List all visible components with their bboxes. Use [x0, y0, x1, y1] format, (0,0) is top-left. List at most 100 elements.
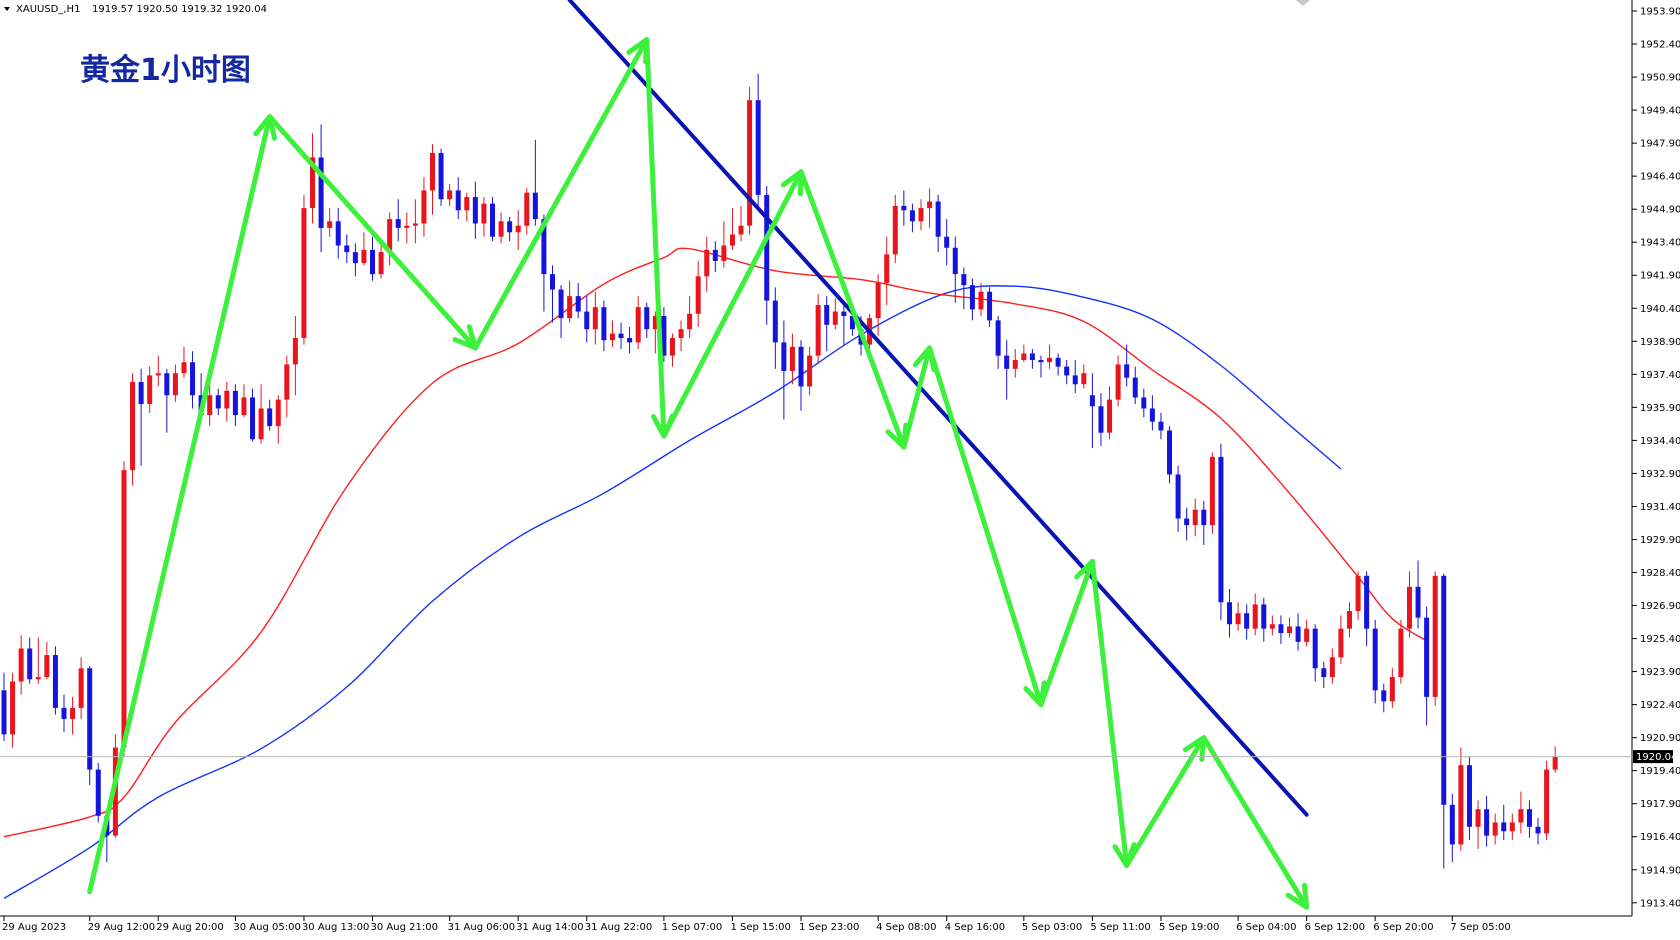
candle-body	[27, 648, 33, 680]
candle-body	[395, 219, 401, 228]
candle-body	[267, 408, 273, 427]
x-tick-label: 6 Sep 20:00	[1373, 922, 1433, 933]
candle-body	[70, 707, 76, 719]
candle-body	[678, 329, 684, 338]
candle-body	[747, 100, 753, 226]
x-tick-label: 1 Sep 07:00	[662, 922, 722, 933]
candle-body	[1209, 456, 1215, 526]
candle-body	[1218, 456, 1224, 603]
candle-body	[35, 677, 41, 680]
candle-body	[258, 408, 264, 440]
candle-body	[892, 205, 898, 255]
candle-body	[1355, 575, 1361, 612]
candle-body	[549, 274, 555, 290]
candle-body	[961, 274, 967, 286]
candle-body	[1492, 822, 1498, 836]
symbol-name: XAUUSD_,H1	[16, 4, 80, 15]
x-tick-label: 5 Sep 03:00	[1022, 922, 1082, 933]
candle-body	[155, 373, 161, 376]
candle-body	[704, 249, 710, 277]
candle-body	[130, 382, 136, 471]
candle-body	[1518, 809, 1524, 823]
candle-body	[789, 346, 795, 372]
candle-body	[1372, 628, 1378, 691]
candle-body	[1252, 604, 1258, 629]
x-tick-label: 31 Aug 06:00	[448, 922, 515, 933]
candle-body	[507, 221, 513, 233]
candle-body	[1175, 474, 1181, 519]
y-tick-label: 1932.90	[1640, 469, 1680, 480]
candle-body	[524, 192, 530, 226]
candle-body	[1158, 421, 1164, 431]
candle	[52, 646, 58, 715]
candle-body	[1312, 628, 1318, 669]
candle-body	[352, 252, 358, 264]
candle-body	[1441, 575, 1447, 805]
x-tick-label: 6 Sep 04:00	[1236, 922, 1296, 933]
candle-body	[1449, 804, 1455, 845]
candle-body	[1304, 628, 1310, 642]
candle-body	[1184, 518, 1190, 526]
y-tick-label: 1926.90	[1640, 601, 1680, 612]
candle-body	[447, 190, 453, 200]
candle-body	[1432, 575, 1438, 697]
candle-body	[1424, 617, 1430, 697]
candle-body	[1098, 406, 1104, 433]
y-tick-label: 1923.90	[1640, 667, 1680, 678]
candle-body	[1415, 586, 1421, 618]
candle-body	[1475, 809, 1481, 827]
candle-body	[1389, 677, 1395, 702]
chart-title: 黄金1小时图	[80, 53, 251, 88]
candle-body	[1244, 613, 1250, 629]
chart-background	[0, 0, 1680, 940]
candle-body	[95, 769, 101, 816]
candle	[747, 86, 753, 235]
candle-body	[241, 397, 247, 416]
candle-body	[592, 307, 598, 330]
price-chart[interactable]: 1953.90 1952.40 1950.90 1949.40 1947.90 1946.…	[0, 0, 1680, 940]
candle-body	[1115, 364, 1121, 400]
candle-body	[455, 190, 461, 211]
candle-body	[284, 364, 290, 400]
y-tick-label: 1925.40	[1640, 634, 1680, 645]
candle-body	[1509, 822, 1515, 832]
candle-body	[1021, 353, 1027, 361]
candle-body	[190, 362, 196, 396]
y-tick-label: 1941.90	[1640, 271, 1680, 282]
y-tick-label: 1931.40	[1640, 502, 1680, 513]
candle-body	[1107, 399, 1113, 433]
candle-body	[438, 153, 444, 200]
current-price-label: 1920.04	[1636, 752, 1677, 763]
candle-body	[1227, 602, 1233, 625]
candle-body	[1141, 397, 1147, 409]
x-tick-label: 1 Sep 15:00	[730, 922, 790, 933]
x-tick-label: 31 Aug 14:00	[516, 922, 583, 933]
candle-body	[489, 203, 495, 237]
y-tick-label: 1922.40	[1640, 700, 1680, 711]
candle-body	[1235, 613, 1241, 625]
candle-body	[361, 249, 367, 264]
candle-body	[10, 681, 16, 735]
candle-body	[515, 225, 521, 233]
candle-body	[901, 205, 907, 211]
candle-body	[1081, 373, 1087, 385]
candle-body	[44, 655, 50, 678]
candle-body	[1501, 822, 1507, 832]
candle-body	[635, 307, 641, 343]
candle-body	[567, 296, 573, 319]
candle-body	[250, 397, 256, 440]
candle-body	[644, 307, 650, 330]
candle-body	[1, 690, 7, 735]
candle-body	[824, 304, 830, 325]
y-tick-label: 1920.90	[1640, 733, 1680, 744]
candle-body	[1287, 626, 1292, 634]
candle-body	[1055, 357, 1061, 367]
y-tick-label: 1946.40	[1640, 172, 1680, 183]
candle-body	[1295, 626, 1301, 642]
x-tick-label: 1 Sep 23:00	[799, 922, 859, 933]
candle-body	[1004, 355, 1010, 369]
candle-body	[1338, 628, 1344, 658]
candle-body	[18, 648, 24, 682]
x-tick-label: 31 Aug 22:00	[585, 922, 652, 933]
ohlc-values: 1919.57 1920.50 1919.32 1920.04	[92, 4, 267, 15]
